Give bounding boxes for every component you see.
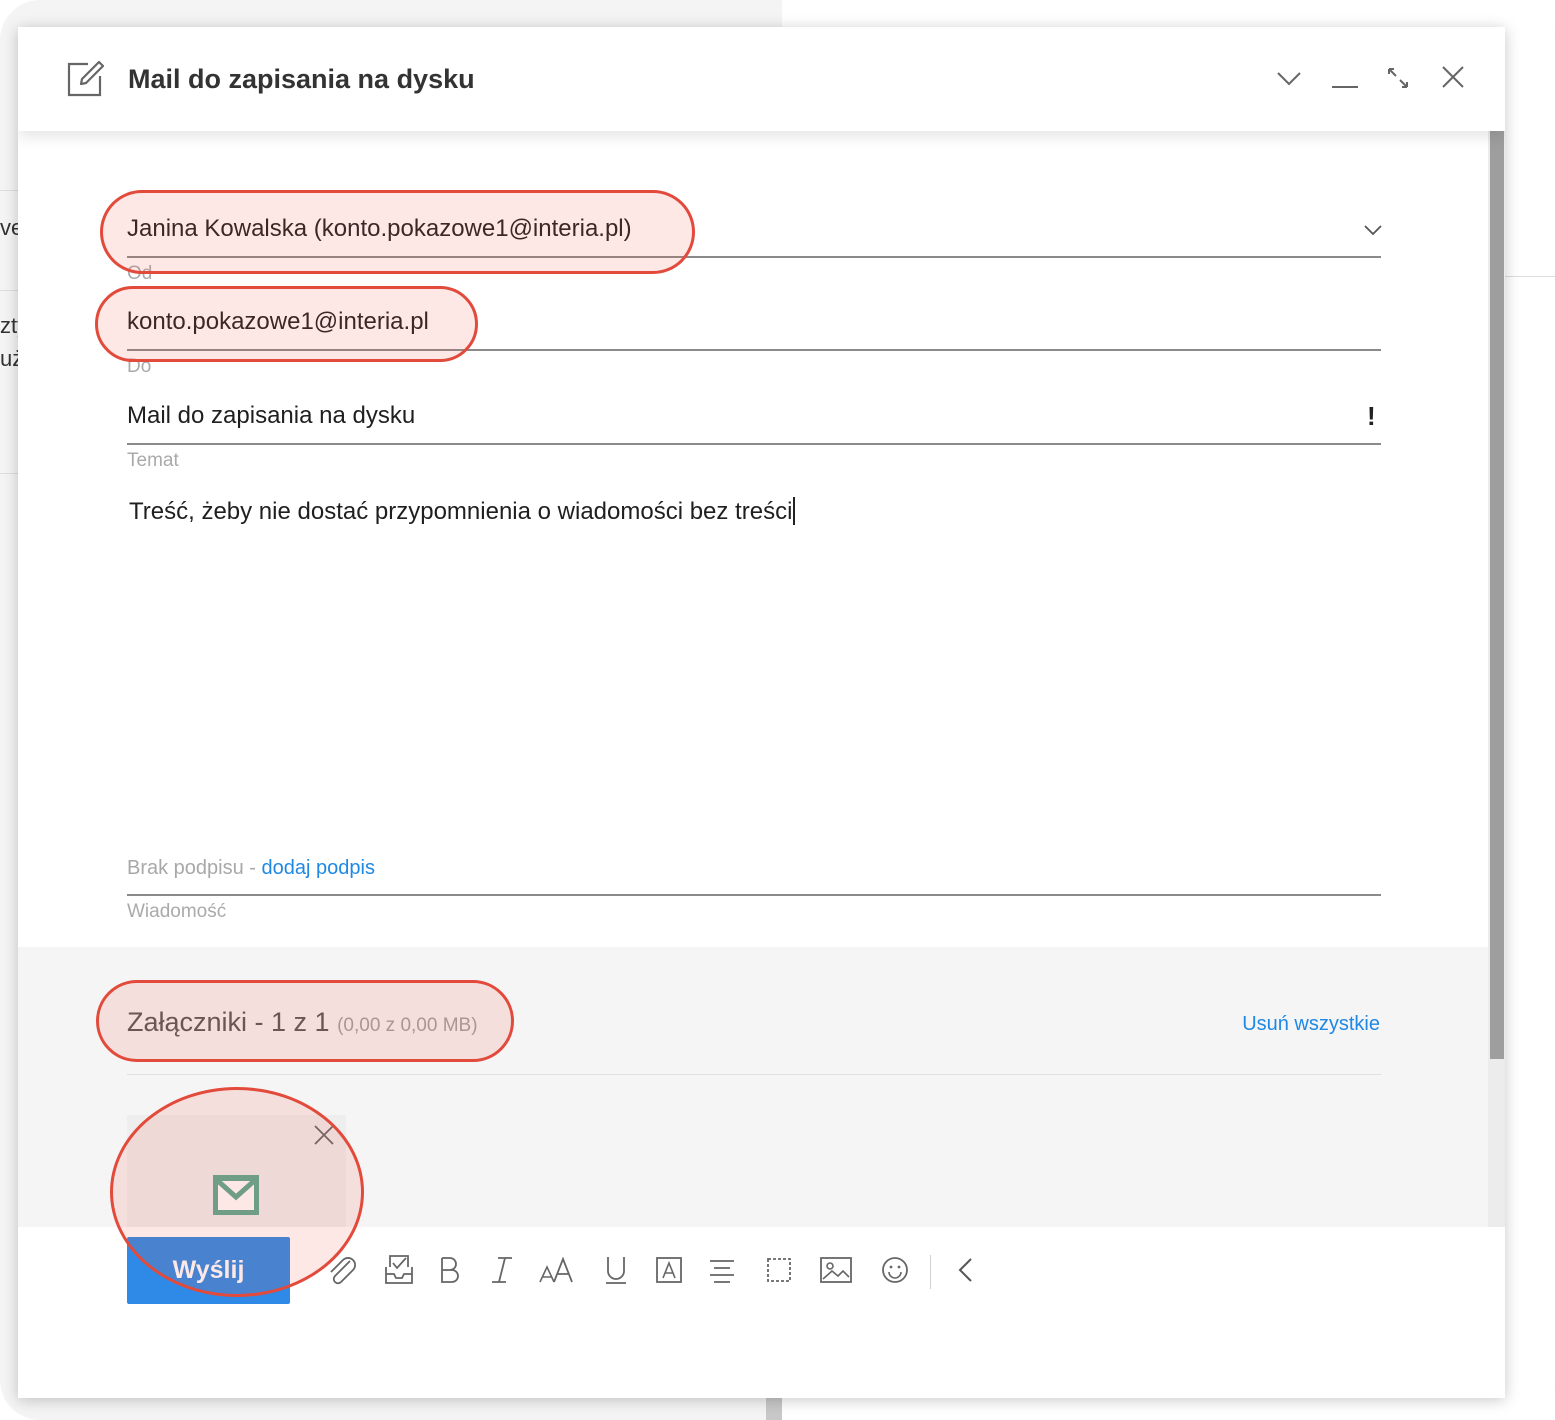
to-label: Do: [127, 356, 152, 377]
paperclip-icon[interactable]: [324, 1253, 358, 1287]
text-color-icon[interactable]: [654, 1253, 684, 1287]
bold-icon[interactable]: [436, 1253, 464, 1287]
message-body-text: Treść, żeby nie dostać przypomnienia o w…: [129, 498, 793, 525]
close-icon[interactable]: [1441, 65, 1465, 89]
chevron-down-icon[interactable]: [1276, 65, 1302, 91]
signature-line: Brak podpisu - dodaj podpis: [127, 857, 375, 880]
text-caret: [793, 497, 796, 525]
compose-edit-icon: [67, 60, 104, 97]
add-signature-link[interactable]: dodaj podpis: [262, 857, 375, 879]
screen: ve zty uż Mail do zapisania na dysku Jan…: [0, 0, 1555, 1420]
attachments-title: Załączniki - 1 z 1 (0,00 z 0,00 MB): [127, 1007, 478, 1038]
align-icon[interactable]: [707, 1253, 737, 1287]
compose-window: Mail do zapisania na dysku Janina Kowals…: [18, 27, 1505, 1398]
compose-toolbar: Wyślij: [18, 1227, 1505, 1398]
attachment-item[interactable]: [127, 1115, 346, 1227]
minimize-icon[interactable]: [1331, 65, 1359, 91]
remove-attachment-icon[interactable]: [314, 1125, 334, 1145]
compose-title: Mail do zapisania na dysku: [128, 64, 475, 94]
message-body[interactable]: Treść, żeby nie dostać przypomnienia o w…: [129, 497, 796, 526]
background-scroll-handle: [766, 1395, 782, 1420]
compose-header: Mail do zapisania na dysku: [18, 27, 1505, 131]
to-field[interactable]: konto.pokazowe1@interia.pl: [127, 308, 429, 336]
remove-all-attachments-link[interactable]: Usuń wszystkie: [1242, 1013, 1380, 1036]
background-divider: [1505, 276, 1555, 277]
underline-icon[interactable]: [602, 1253, 630, 1287]
message-underline: [127, 894, 1381, 896]
collapse-icon[interactable]: [953, 1253, 977, 1287]
message-label: Wiadomość: [127, 901, 227, 922]
toolbar-separator: [930, 1255, 931, 1289]
attachments-count: Załączniki - 1 z 1: [127, 1007, 330, 1037]
font-size-icon[interactable]: [538, 1253, 576, 1287]
attachments-divider: [127, 1074, 1381, 1075]
image-icon[interactable]: [818, 1253, 854, 1287]
italic-icon[interactable]: [488, 1253, 516, 1287]
border-icon[interactable]: [763, 1253, 795, 1287]
expand-icon[interactable]: [1385, 65, 1411, 91]
to-underline: [127, 349, 1381, 351]
from-dropdown-chevron-icon[interactable]: [1364, 224, 1382, 236]
from-field[interactable]: Janina Kowalska (konto.pokazowe1@interia…: [127, 215, 632, 243]
signature-text: Brak podpisu -: [127, 857, 262, 879]
from-underline: [127, 256, 1381, 258]
priority-toggle[interactable]: !: [1367, 401, 1376, 432]
emoji-icon[interactable]: [879, 1253, 911, 1287]
attachments-size: (0,00 z 0,00 MB): [337, 1015, 478, 1036]
send-button[interactable]: Wyślij: [127, 1237, 290, 1304]
scrollbar-thumb[interactable]: [1490, 131, 1504, 1059]
from-label: Od: [127, 263, 153, 284]
subject-underline: [127, 443, 1381, 445]
envelope-icon: [213, 1175, 259, 1215]
subject-label: Temat: [127, 450, 179, 471]
subject-field[interactable]: Mail do zapisania na dysku: [127, 402, 415, 430]
inbox-icon[interactable]: [382, 1253, 416, 1287]
